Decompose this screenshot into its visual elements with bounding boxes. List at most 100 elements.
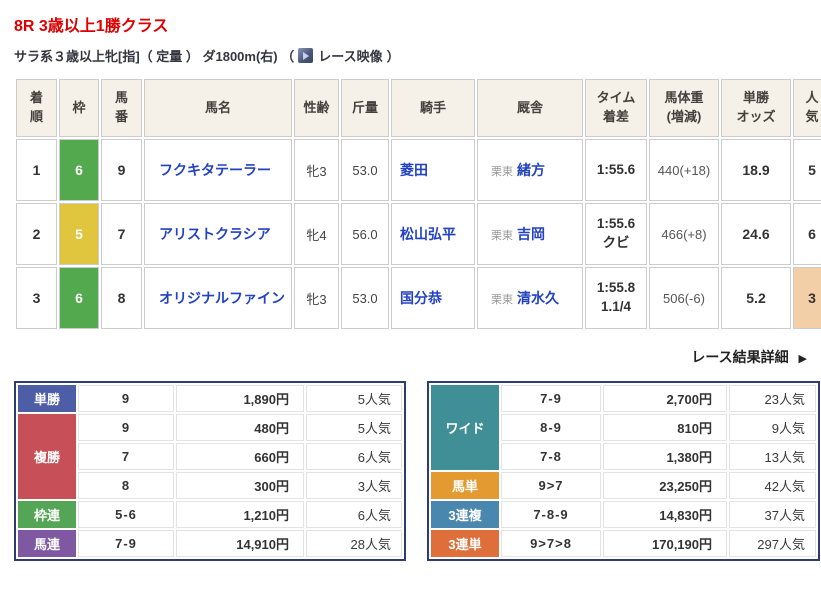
col-time-margin: タイム 着差 <box>585 79 647 137</box>
play-video-icon <box>298 48 313 63</box>
result-row-3: 3 6 8 オリジナルファイン 牝3 53.0 国分恭 栗東清水久 1:55.8… <box>16 267 821 329</box>
payout-table-right: ワイド 7-9 2,700円 23人気 8-9 810円 9人気 7-8 1,3… <box>427 381 820 561</box>
col-horse-number: 馬 番 <box>101 79 142 137</box>
stable-region: 栗東 <box>491 230 513 242</box>
payout-combo: 7-8-9 <box>501 501 601 528</box>
carried-weight: 56.0 <box>341 203 389 265</box>
payout-row-wide-1: ワイド 7-9 2,700円 23人気 <box>431 385 816 412</box>
payout-amount: 480円 <box>176 414 304 441</box>
frame-number: 5 <box>59 203 99 265</box>
payout-row-quinella: 馬連 7-9 14,910円 28人気 <box>18 530 402 557</box>
col-horse-weight: 馬体重 (増減) <box>649 79 719 137</box>
payout-amount: 14,830円 <box>603 501 727 528</box>
trainer-link[interactable]: 緒方 <box>517 162 545 178</box>
payout-combo: 5-6 <box>78 501 174 528</box>
horse-number: 7 <box>101 203 142 265</box>
frame-number: 6 <box>59 267 99 329</box>
payout-amount: 170,190円 <box>603 530 727 557</box>
race-title: 8R 3歳以上1勝クラス <box>14 12 807 36</box>
finish-time: 1:55.8 <box>588 279 644 298</box>
race-video-label: レース映像 <box>318 46 382 65</box>
payout-amount: 300円 <box>176 472 304 499</box>
payout-popularity: 42人気 <box>729 472 816 499</box>
payout-popularity: 28人気 <box>306 530 402 557</box>
finish-order: 1 <box>16 139 57 201</box>
payout-row-exacta: 馬単 9>7 23,250円 42人気 <box>431 472 816 499</box>
payout-combo: 9>7>8 <box>501 530 601 557</box>
trainer-link[interactable]: 吉岡 <box>517 226 545 242</box>
race-conditions: サラ系３歳以上牝[指]（ 定量 ） ダ1800m(右) （ レース映像 ） <box>14 46 807 65</box>
win-odds: 18.9 <box>721 139 791 201</box>
right-arrow-icon: ▶ <box>799 353 807 365</box>
col-horse-name: 馬名 <box>144 79 292 137</box>
horse-name-link[interactable]: フクキタテーラー <box>159 162 271 178</box>
result-row-1: 1 6 9 フクキタテーラー 牝3 53.0 菱田 栗東緒方 1:55.6 44… <box>16 139 821 201</box>
sex-age: 牝4 <box>294 203 339 265</box>
horse-number: 9 <box>101 139 142 201</box>
race-result-detail-label: レース結果詳細 <box>691 349 788 365</box>
payout-amount: 2,700円 <box>603 385 727 412</box>
payout-amount: 660円 <box>176 443 304 470</box>
col-popularity: 人 気 <box>793 79 821 137</box>
horse-weight: 506(-6) <box>649 267 719 329</box>
payout-table-left: 単勝 9 1,890円 5人気 複勝 9 480円 5人気 7 660円 6人気… <box>14 381 406 561</box>
popularity: 3 <box>793 267 821 329</box>
bet-type-win: 単勝 <box>18 385 76 412</box>
col-stable: 厩舎 <box>477 79 583 137</box>
jockey-link[interactable]: 菱田 <box>400 162 428 178</box>
payout-amount: 1,210円 <box>176 501 304 528</box>
jockey-link[interactable]: 国分恭 <box>400 290 442 306</box>
carried-weight: 53.0 <box>341 267 389 329</box>
payout-row-trio: 3連複 7-8-9 14,830円 37人気 <box>431 501 816 528</box>
payout-amount: 14,910円 <box>176 530 304 557</box>
payout-popularity: 297人気 <box>729 530 816 557</box>
horse-weight: 466(+8) <box>649 203 719 265</box>
payout-row-bracket-quinella: 枠連 5-6 1,210円 6人気 <box>18 501 402 528</box>
payout-combo: 9>7 <box>501 472 601 499</box>
horse-name-link[interactable]: オリジナルファイン <box>159 290 285 306</box>
col-carried-weight: 斤量 <box>341 79 389 137</box>
payout-combo: 8-9 <box>501 414 601 441</box>
jockey-link[interactable]: 松山弘平 <box>400 226 456 242</box>
col-jockey: 騎手 <box>391 79 475 137</box>
race-conditions-text: サラ系３歳以上牝[指]（ 定量 ） ダ1800m(右) （ <box>14 46 294 65</box>
results-header-row: 着 順 枠 馬 番 馬名 性齢 斤量 騎手 厩舎 タイム 着差 馬体重 (増減)… <box>16 79 821 137</box>
payout-amount: 23,250円 <box>603 472 727 499</box>
payout-amount: 1,890円 <box>176 385 304 412</box>
finish-time: 1:55.6 <box>588 215 644 234</box>
popularity: 5 <box>793 139 821 201</box>
horse-number: 8 <box>101 267 142 329</box>
payout-combo: 7-9 <box>501 385 601 412</box>
race-result-page: 8R 3歳以上1勝クラス サラ系３歳以上牝[指]（ 定量 ） ダ1800m(右)… <box>0 0 821 561</box>
col-sex-age: 性齢 <box>294 79 339 137</box>
payout-amount: 810円 <box>603 414 727 441</box>
payout-combo: 9 <box>78 414 174 441</box>
payout-row-place-1: 複勝 9 480円 5人気 <box>18 414 402 441</box>
carried-weight: 53.0 <box>341 139 389 201</box>
bet-type-trio: 3連複 <box>431 501 499 528</box>
race-video-link[interactable]: レース映像 <box>298 46 382 65</box>
payout-combo: 7 <box>78 443 174 470</box>
sex-age: 牝3 <box>294 139 339 201</box>
payout-row-trifecta: 3連単 9>7>8 170,190円 297人気 <box>431 530 816 557</box>
bet-type-trifecta: 3連単 <box>431 530 499 557</box>
payout-popularity: 37人気 <box>729 501 816 528</box>
popularity: 6 <box>793 203 821 265</box>
bet-type-place: 複勝 <box>18 414 76 499</box>
payout-popularity: 5人気 <box>306 385 402 412</box>
payout-popularity: 9人気 <box>729 414 816 441</box>
payout-popularity: 13人気 <box>729 443 816 470</box>
horse-weight: 440(+18) <box>649 139 719 201</box>
payout-combo: 7-8 <box>501 443 601 470</box>
finish-order: 3 <box>16 267 57 329</box>
horse-name-link[interactable]: アリストクラシア <box>159 226 271 242</box>
race-result-detail-link[interactable]: レース結果詳細 ▶ <box>691 349 807 365</box>
stable-region: 栗東 <box>491 294 513 306</box>
payout-combo: 7-9 <box>78 530 174 557</box>
frame-number: 6 <box>59 139 99 201</box>
bet-type-exacta: 馬単 <box>431 472 499 499</box>
win-odds: 24.6 <box>721 203 791 265</box>
trainer-link[interactable]: 清水久 <box>517 290 559 306</box>
bet-type-wide: ワイド <box>431 385 499 470</box>
finish-margin: 1.1/4 <box>588 298 644 317</box>
